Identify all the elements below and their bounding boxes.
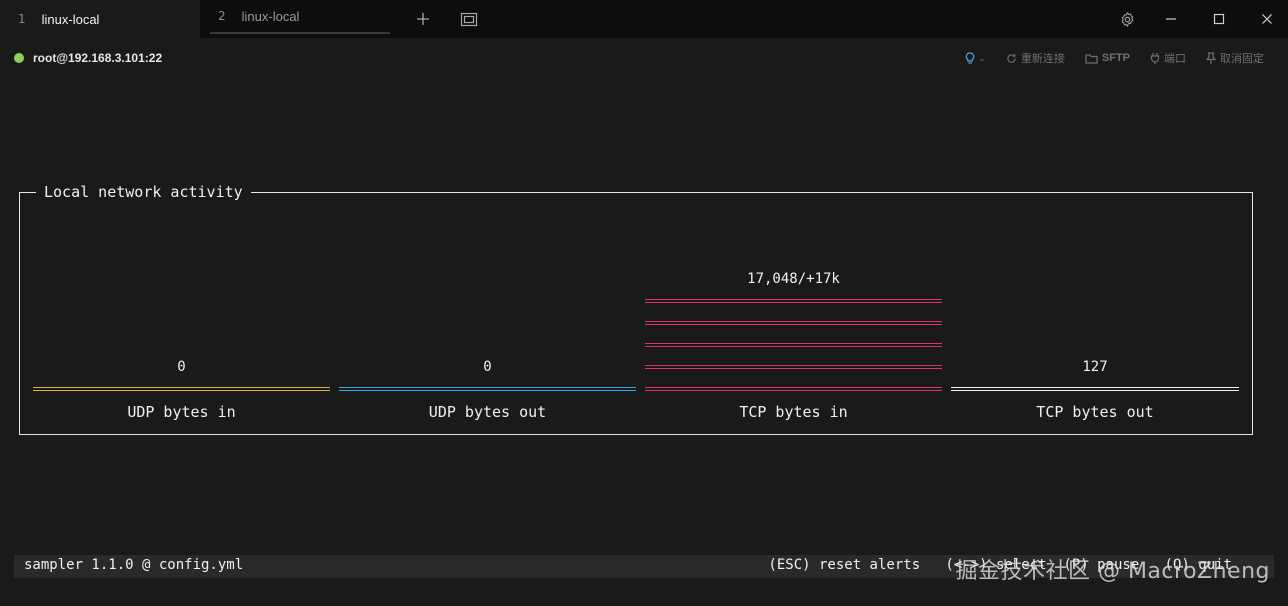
gauge-tcp-out: 127 TCP bytes out (951, 193, 1239, 436)
reconnect-button[interactable]: 重新连接 (1006, 50, 1065, 66)
watermark: 掘金技术社区 @ MacroZheng (955, 559, 1270, 584)
sampler-version: sampler 1.1.0 @ config.yml (24, 557, 244, 573)
gauge-bar (645, 387, 942, 391)
tab-label: linux-local (241, 8, 300, 24)
pin-icon (1206, 52, 1216, 64)
gauge-udp-in: 0 UDP bytes in (33, 193, 330, 436)
gauge-bar (645, 321, 942, 325)
plug-icon (1150, 52, 1160, 64)
chevron-down-icon: ⌄ (978, 52, 986, 63)
gauge-bar (645, 343, 942, 347)
gauge-value: 0 (177, 359, 186, 375)
gauge-value: 127 (1082, 359, 1108, 375)
gauge-bar (645, 365, 942, 369)
tab-number: 1 (18, 12, 26, 26)
connection-status-dot (14, 53, 24, 63)
gauge-udp-out: 0 UDP bytes out (339, 193, 636, 436)
gauge-label: TCP bytes in (739, 403, 848, 421)
plus-icon[interactable] (410, 0, 436, 38)
gauge-label: UDP bytes in (127, 403, 236, 421)
maximize-icon[interactable] (1206, 0, 1232, 38)
gauge-value: 0 (483, 359, 492, 375)
gauge-label: TCP bytes out (1036, 403, 1154, 421)
minimize-icon[interactable] (1158, 0, 1184, 38)
tab-2[interactable]: 2 linux-local (210, 0, 390, 34)
tab-number: 2 (218, 9, 226, 23)
close-icon[interactable] (1254, 0, 1280, 38)
sftp-button[interactable]: SFTP (1085, 52, 1130, 64)
gauge-bar (33, 387, 330, 391)
folder-icon (1085, 53, 1098, 64)
tabs-icon[interactable] (457, 0, 481, 38)
sftp-label: SFTP (1101, 52, 1130, 64)
network-activity-panel: Local network activity 0 UDP bytes in 0 … (19, 182, 1253, 436)
gauge-value: 17,048/+17k (747, 271, 840, 287)
port-label: 端口 (1164, 53, 1186, 65)
gauge-tcp-in: 17,048/+17k TCP bytes in (645, 193, 942, 436)
tab-label: linux-local (41, 11, 100, 27)
unpin-button[interactable]: 取消固定 (1206, 50, 1264, 66)
port-button[interactable]: 端口 (1150, 50, 1186, 66)
refresh-icon (1006, 53, 1017, 64)
tab-1[interactable]: 1 linux-local (0, 0, 200, 38)
gauge-bar (645, 299, 942, 303)
gauge-bar (339, 387, 636, 391)
gauge-label: UDP bytes out (428, 403, 547, 421)
session-actions: ⌄ 重新连接 SFTP 端口 取消固定 (965, 48, 1264, 68)
gear-icon[interactable] (1114, 0, 1140, 38)
reconnect-label: 重新连接 (1020, 53, 1065, 65)
gauge-bar (951, 387, 1239, 391)
unpin-label: 取消固定 (1220, 53, 1264, 65)
lightbulb-icon[interactable]: ⌄ (965, 51, 986, 65)
session-info: root@192.168.3.101:22 (14, 48, 162, 68)
title-bar: 1 linux-local 2 linux-local (0, 0, 1288, 38)
session-host: root@192.168.3.101:22 (33, 51, 163, 65)
